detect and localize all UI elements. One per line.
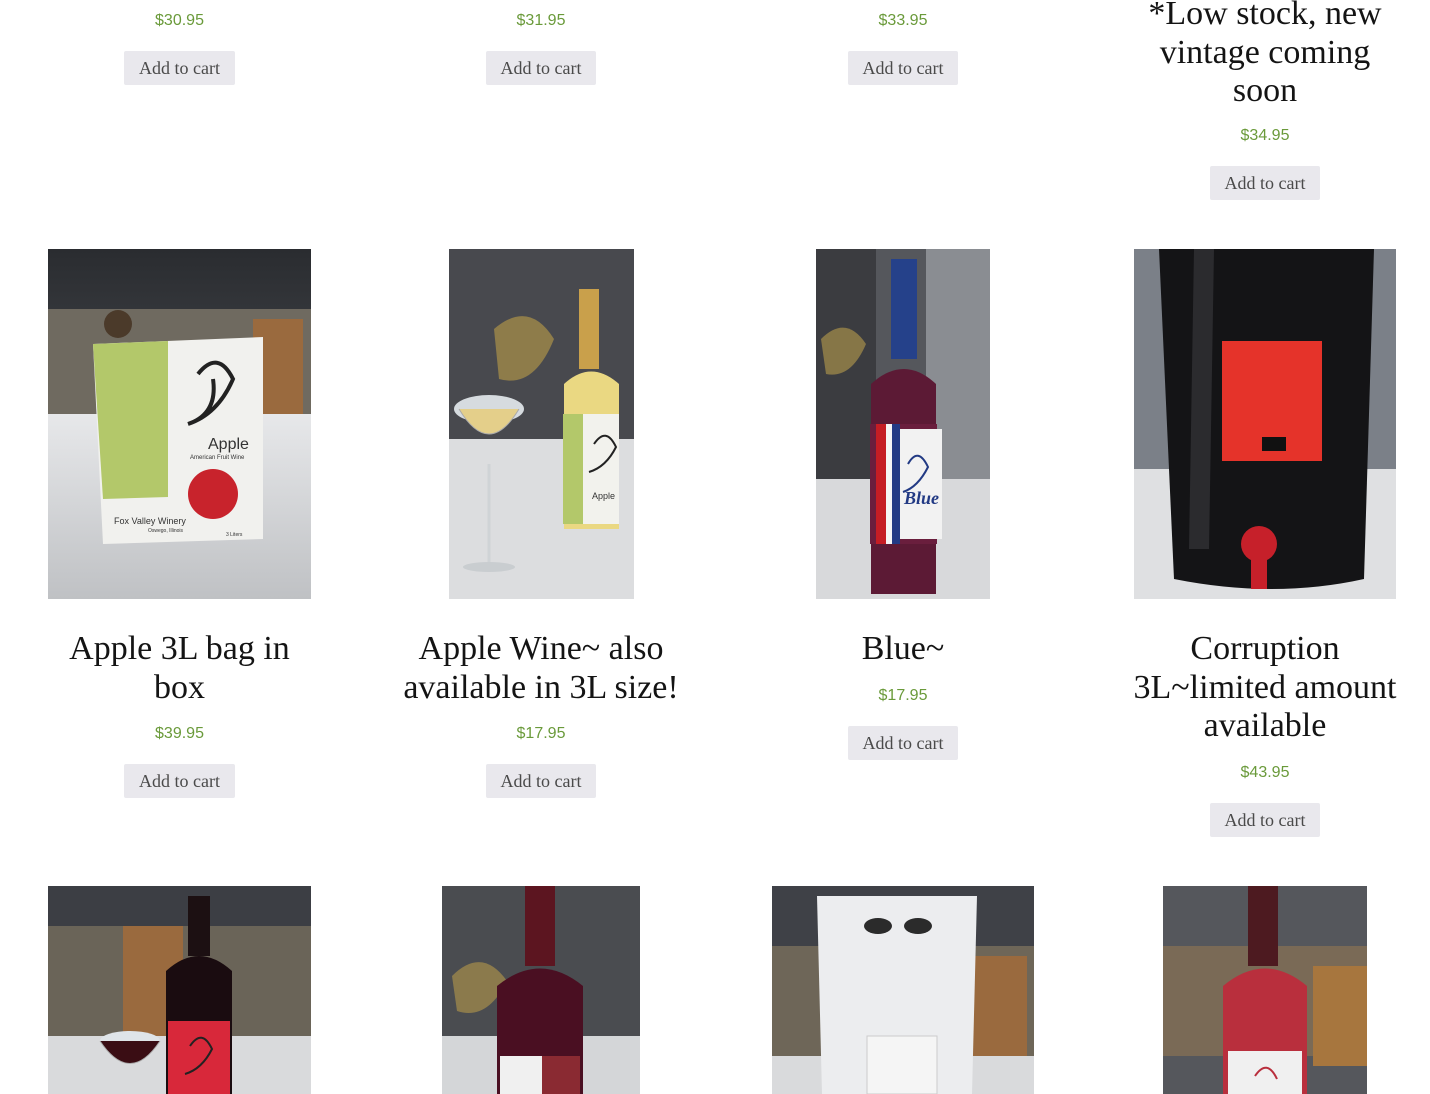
product-card: *Low stock, new vintage coming soon $34.… — [1124, 0, 1406, 200]
product-price: $17.95 — [878, 686, 928, 704]
product-image[interactable] — [48, 886, 311, 1094]
product-image[interactable] — [772, 886, 1034, 1094]
bottle-label-brand: Blue — [903, 488, 939, 508]
add-to-cart-button[interactable]: Add to cart — [485, 51, 597, 85]
add-to-cart-button[interactable]: Add to cart — [1209, 165, 1321, 200]
bottle-label-brand: Apple — [592, 491, 615, 501]
add-to-cart-button[interactable]: Add to cart — [485, 764, 597, 798]
product-image[interactable]: Apple American Fruit Wine Fox Valley Win… — [48, 249, 311, 599]
product-image[interactable] — [1163, 886, 1367, 1094]
product-image[interactable] — [442, 886, 640, 1094]
product-card: Blue~ $17.95 Add to cart — [772, 630, 1034, 760]
product-price: $43.95 — [1240, 763, 1290, 781]
add-to-cart-button[interactable]: Add to cart — [847, 725, 959, 760]
product-price: $17.95 — [516, 725, 566, 742]
product-title[interactable]: *Low stock, new vintage coming soon — [1124, 0, 1406, 111]
product-title[interactable]: Apple Wine~ also available in 3L size! — [395, 630, 687, 707]
add-to-cart-button[interactable]: Add to cart — [124, 51, 235, 85]
box-label-winery: Fox Valley Winery — [114, 516, 186, 526]
product-price: $34.95 — [1240, 126, 1290, 144]
product-price: $31.95 — [516, 12, 566, 29]
product-card: Apple Wine~ also available in 3L size! $… — [395, 630, 687, 798]
product-price: $33.95 — [878, 12, 928, 29]
product-image[interactable] — [1134, 249, 1396, 599]
product-card: Corruption 3L~limited amount available $… — [1120, 630, 1410, 837]
product-price: $30.95 — [155, 12, 204, 29]
box-label-city: Oswego, Illinois — [148, 528, 184, 534]
add-to-cart-button[interactable]: Add to cart — [124, 764, 235, 798]
box-label-size: 3 Liters — [226, 532, 243, 538]
add-to-cart-button[interactable]: Add to cart — [847, 51, 959, 85]
product-card: $33.95 Add to cart — [772, 11, 1034, 85]
product-image[interactable]: Apple — [449, 249, 634, 599]
box-label-brand: Apple — [208, 436, 249, 453]
product-price: $39.95 — [155, 725, 204, 742]
box-label-sub: American Fruit Wine — [190, 455, 245, 461]
add-to-cart-button[interactable]: Add to cart — [1209, 802, 1321, 837]
product-card: Apple 3L bag in box $39.95 Add to cart — [48, 630, 311, 798]
product-image[interactable]: Blue — [816, 249, 990, 599]
product-card: $31.95 Add to cart — [400, 11, 682, 85]
product-title[interactable]: Apple 3L bag in box — [48, 630, 311, 707]
product-title[interactable]: Blue~ — [772, 630, 1034, 669]
product-card: $30.95 Add to cart — [48, 11, 311, 85]
product-title[interactable]: Corruption 3L~limited amount available — [1120, 630, 1410, 746]
